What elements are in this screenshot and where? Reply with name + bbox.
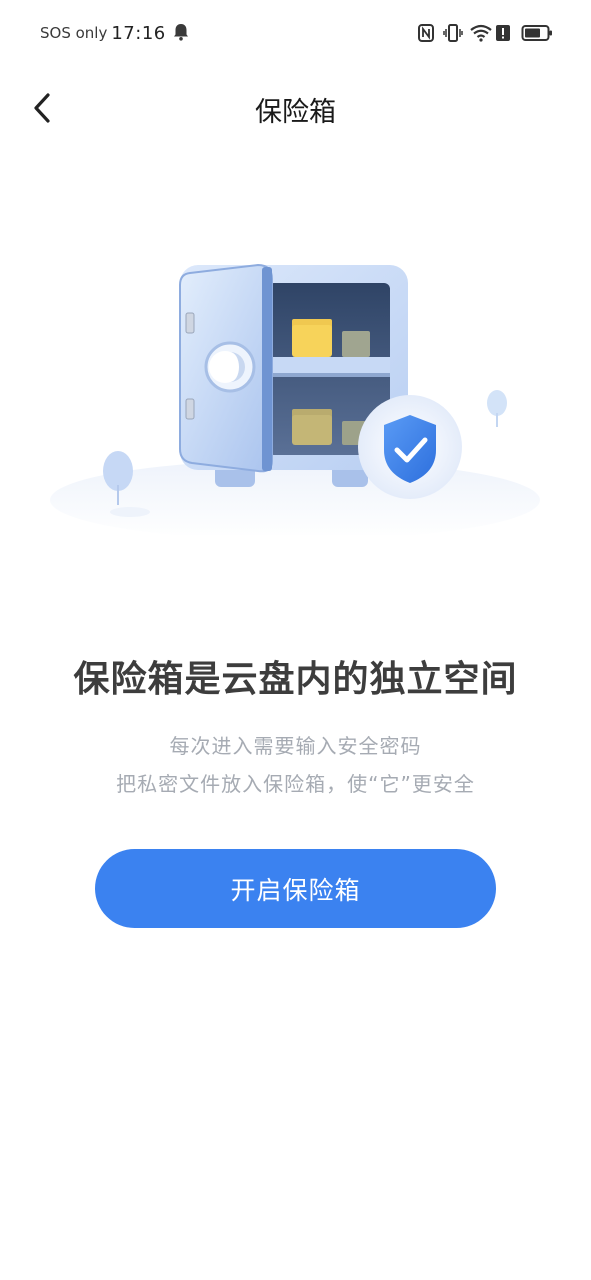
wifi-icon <box>469 22 492 44</box>
status-bar: SOS only 17:16 <box>0 0 591 66</box>
safe-icon <box>50 263 540 540</box>
safe-box-page: SOS only 17:16 保险箱 保险箱是云盘内的独立空间 每次进入需要输入… <box>0 0 591 1280</box>
status-right <box>417 22 553 44</box>
nfc-icon <box>417 22 437 44</box>
shield-check-icon <box>358 395 462 499</box>
page-title: 保险箱 <box>255 97 336 128</box>
status-left: SOS only 17:16 <box>40 22 192 44</box>
description-line-2: 把私密文件放入保险箱，使“它”更安全 <box>116 772 475 796</box>
status-carrier: SOS only <box>40 24 108 42</box>
alert-icon <box>495 22 515 44</box>
safe-illustration <box>40 245 550 540</box>
status-time: 17:16 <box>111 22 166 44</box>
vibrate-icon <box>443 22 463 44</box>
battery-icon <box>521 22 553 44</box>
enable-safe-box-button[interactable]: 开启保险箱 <box>95 849 496 928</box>
header: 保险箱 <box>0 76 591 140</box>
notification-bell-icon <box>172 22 192 44</box>
description-line-1: 每次进入需要输入安全密码 <box>169 734 422 758</box>
headline: 保险箱是云盘内的独立空间 <box>73 659 518 700</box>
